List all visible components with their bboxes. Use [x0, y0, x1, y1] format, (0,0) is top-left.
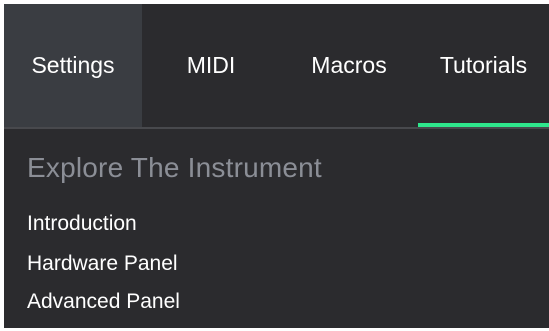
tab-settings-label: Settings — [31, 52, 115, 78]
tutorial-item-advanced-panel[interactable]: Advanced Panel — [27, 290, 180, 314]
tab-macros[interactable]: Macros — [280, 4, 418, 127]
tab-tutorials[interactable]: Tutorials — [418, 4, 549, 127]
tab-midi-label: MIDI — [186, 52, 236, 78]
tab-midi[interactable]: MIDI — [142, 4, 280, 127]
tab-bar: Settings MIDI Macros Tutorials — [4, 4, 549, 127]
tab-macros-label: Macros — [311, 52, 387, 78]
section-title: Explore The Instrument — [27, 152, 322, 183]
tutorial-item-hardware-panel[interactable]: Hardware Panel — [27, 252, 178, 276]
tab-tutorials-label: Tutorials — [439, 52, 528, 78]
tutorials-panel: Settings MIDI Macros Tutorials Explore T… — [4, 4, 549, 328]
tab-divider — [4, 127, 549, 129]
tutorial-item-introduction[interactable]: Introduction — [27, 212, 137, 236]
tab-settings[interactable]: Settings — [4, 4, 142, 127]
